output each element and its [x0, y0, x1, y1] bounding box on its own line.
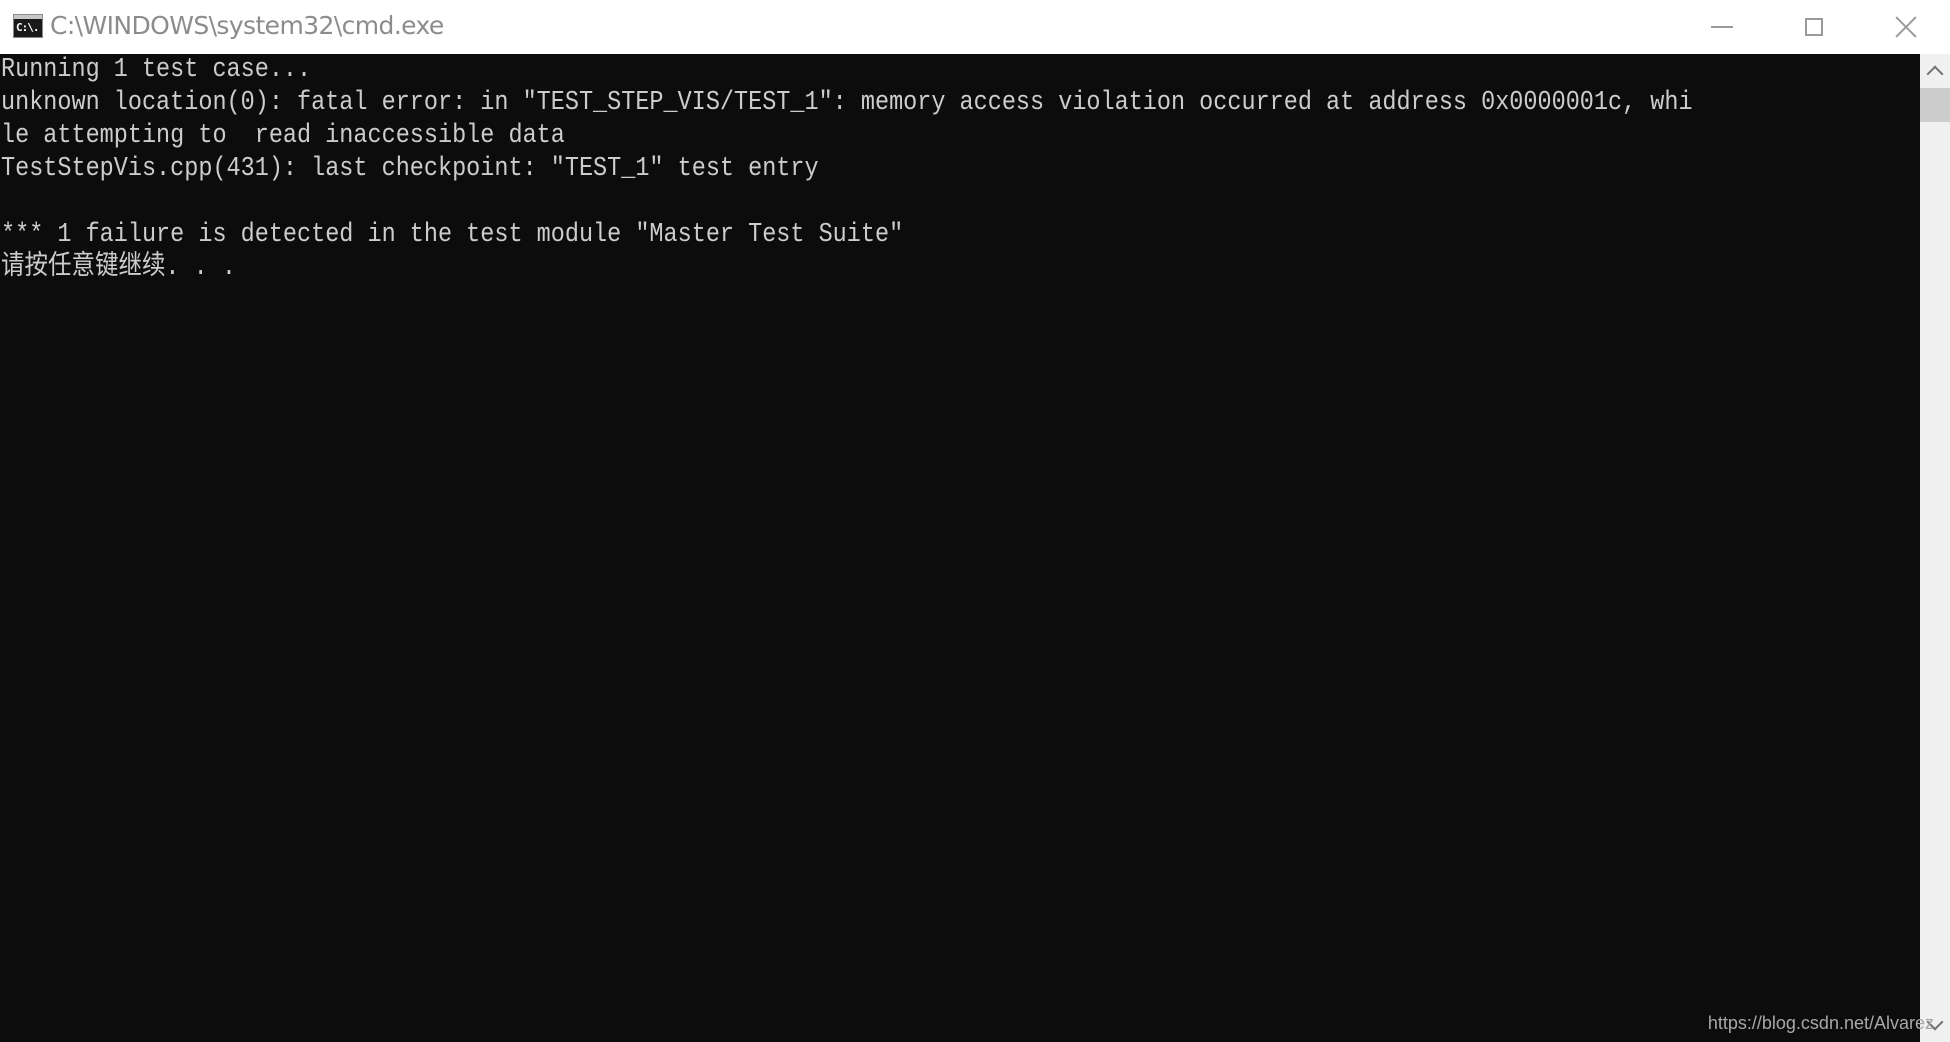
cmd-icon[interactable]: C:\.	[13, 14, 43, 38]
scroll-thumb[interactable]	[1920, 88, 1950, 122]
console-line: Running 1 test case...	[1, 55, 312, 85]
console-line: le attempting to read inaccessible data	[1, 121, 565, 151]
cmd-icon-glyph: C:\.	[16, 21, 39, 34]
cmd-icon-bar	[14, 15, 42, 19]
console-line: *** 1 failure is detected in the test mo…	[1, 220, 904, 250]
console-line: unknown location(0): fatal error: in ″TE…	[1, 88, 1693, 118]
title-bar[interactable]: C:\. C:\WINDOWS\system32\cmd.exe	[0, 0, 1950, 54]
console-output[interactable]: Running 1 test case... unknown location(…	[0, 54, 1920, 1042]
console-line-prompt: 请按任意键继续. . .	[1, 253, 236, 283]
window-title: C:\WINDOWS\system32\cmd.exe	[50, 11, 444, 40]
minimize-icon	[1711, 26, 1733, 28]
maximize-icon	[1805, 18, 1823, 36]
vertical-scrollbar[interactable]	[1920, 54, 1950, 1042]
close-icon	[1895, 16, 1917, 38]
scroll-up-button[interactable]	[1920, 54, 1950, 88]
chevron-up-icon	[1926, 65, 1944, 83]
watermark: https://blog.csdn.net/Alvarez	[1707, 1013, 1934, 1033]
minimize-button[interactable]	[1676, 0, 1768, 54]
console-line: TestStepVis.cpp(431): last checkpoint: ″…	[1, 154, 819, 184]
close-button[interactable]	[1860, 0, 1950, 54]
maximize-button[interactable]	[1768, 0, 1860, 54]
